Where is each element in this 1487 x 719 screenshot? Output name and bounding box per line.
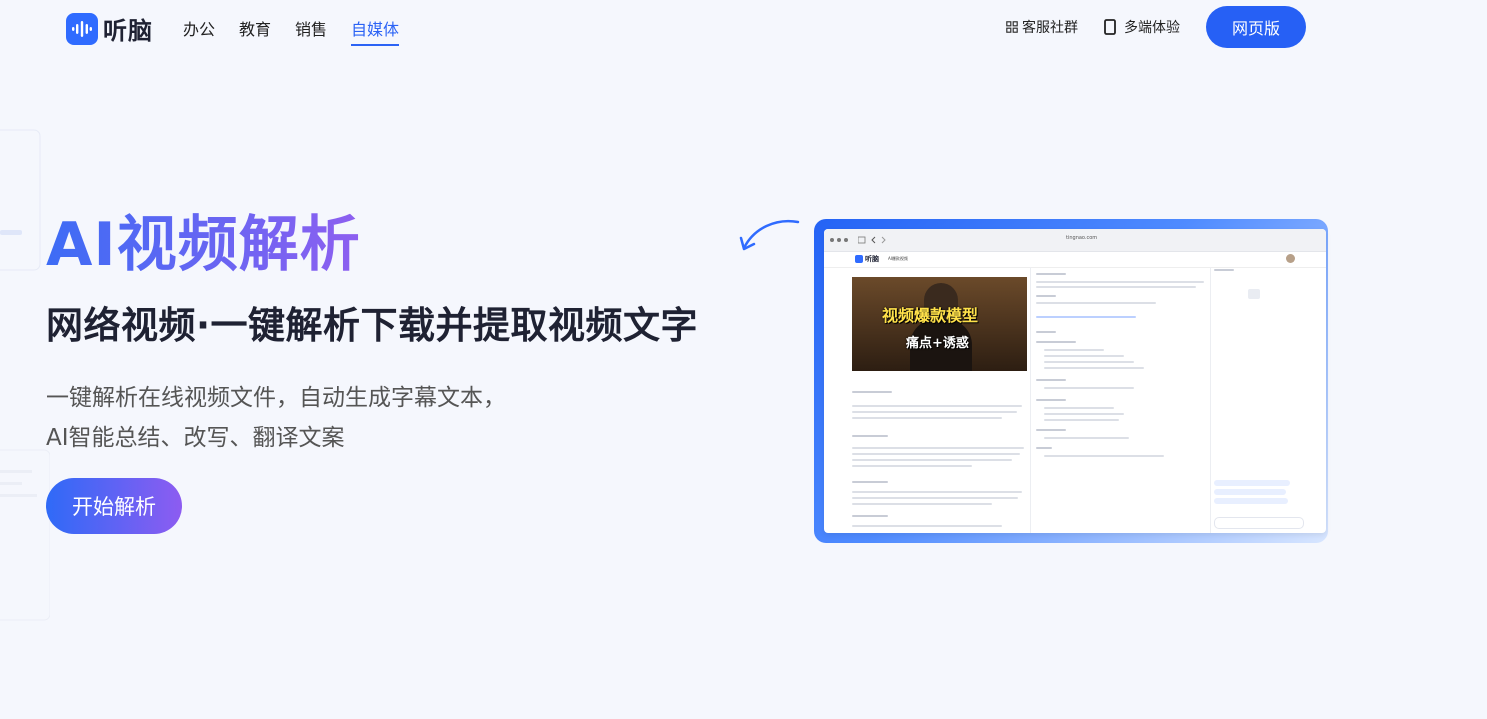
multi-device-label: 多端体验 xyxy=(1124,20,1180,36)
video-caption-2: 痛点+诱惑 xyxy=(906,336,969,351)
app-logo-text: 听脑 xyxy=(865,255,879,263)
hero-desc-line-2: AI智能总结、改写、翻译文案 xyxy=(46,425,345,451)
nav-arrows-icon xyxy=(858,236,886,244)
avatar xyxy=(1286,254,1295,263)
nav-item-sales[interactable]: 销售 xyxy=(295,16,327,44)
service-group-label: 客服社群 xyxy=(1022,20,1078,36)
nav-item-self-media[interactable]: 自媒体 xyxy=(351,16,400,46)
nav-item-education[interactable]: 教育 xyxy=(239,16,271,44)
hero-subtitle: 网络视频·一键解析下载并提取视频文字 xyxy=(46,304,699,347)
curved-arrow-icon xyxy=(739,219,800,251)
soundwave-icon xyxy=(66,12,98,45)
logo-text: 听脑 xyxy=(103,17,153,45)
nav-item-office[interactable]: 办公 xyxy=(183,16,215,44)
web-version-button[interactable]: 网页版 xyxy=(1206,6,1306,48)
hero-description: 一键解析在线视频文件，自动生成字幕文本， AI智能总结、改写、翻译文案 xyxy=(46,378,506,458)
hero-desc-line-1: 一键解析在线视频文件，自动生成字幕文本， xyxy=(46,385,506,411)
soundwave-icon xyxy=(855,255,863,263)
app-logo: 听脑 xyxy=(855,254,879,264)
doc-title: AI爆款视频 xyxy=(888,256,908,261)
video-caption-1: 视频爆款模型 xyxy=(882,306,979,325)
browser-url: tingnao.com xyxy=(1066,235,1098,241)
decor-shapes xyxy=(0,129,50,621)
browser-toolbar: tingnao.com xyxy=(824,229,1326,252)
site-header: 听脑 办公 教育 销售 自媒体 客服社群 多端体验 网页版 xyxy=(0,0,1487,54)
hero-title: AI视频解析 xyxy=(46,210,361,280)
video-player[interactable]: 视频爆款模型 痛点+诱惑 xyxy=(852,277,1027,371)
main-nav: 办公 教育 销售 自媒体 xyxy=(183,16,423,46)
grid-icon xyxy=(1006,21,1018,33)
multi-device-link[interactable]: 多端体验 xyxy=(1104,17,1180,37)
product-preview: tingnao.com 听脑 AI爆款视频 视频爆款模型 痛点+诱惑 xyxy=(824,229,1326,533)
site-logo[interactable]: 听脑 xyxy=(66,11,153,46)
service-group-link[interactable]: 客服社群 xyxy=(1006,17,1078,37)
start-parse-button[interactable]: 开始解析 xyxy=(46,478,182,534)
phone-icon xyxy=(1104,19,1116,35)
app-header: 听脑 AI爆款视频 xyxy=(824,251,1326,268)
